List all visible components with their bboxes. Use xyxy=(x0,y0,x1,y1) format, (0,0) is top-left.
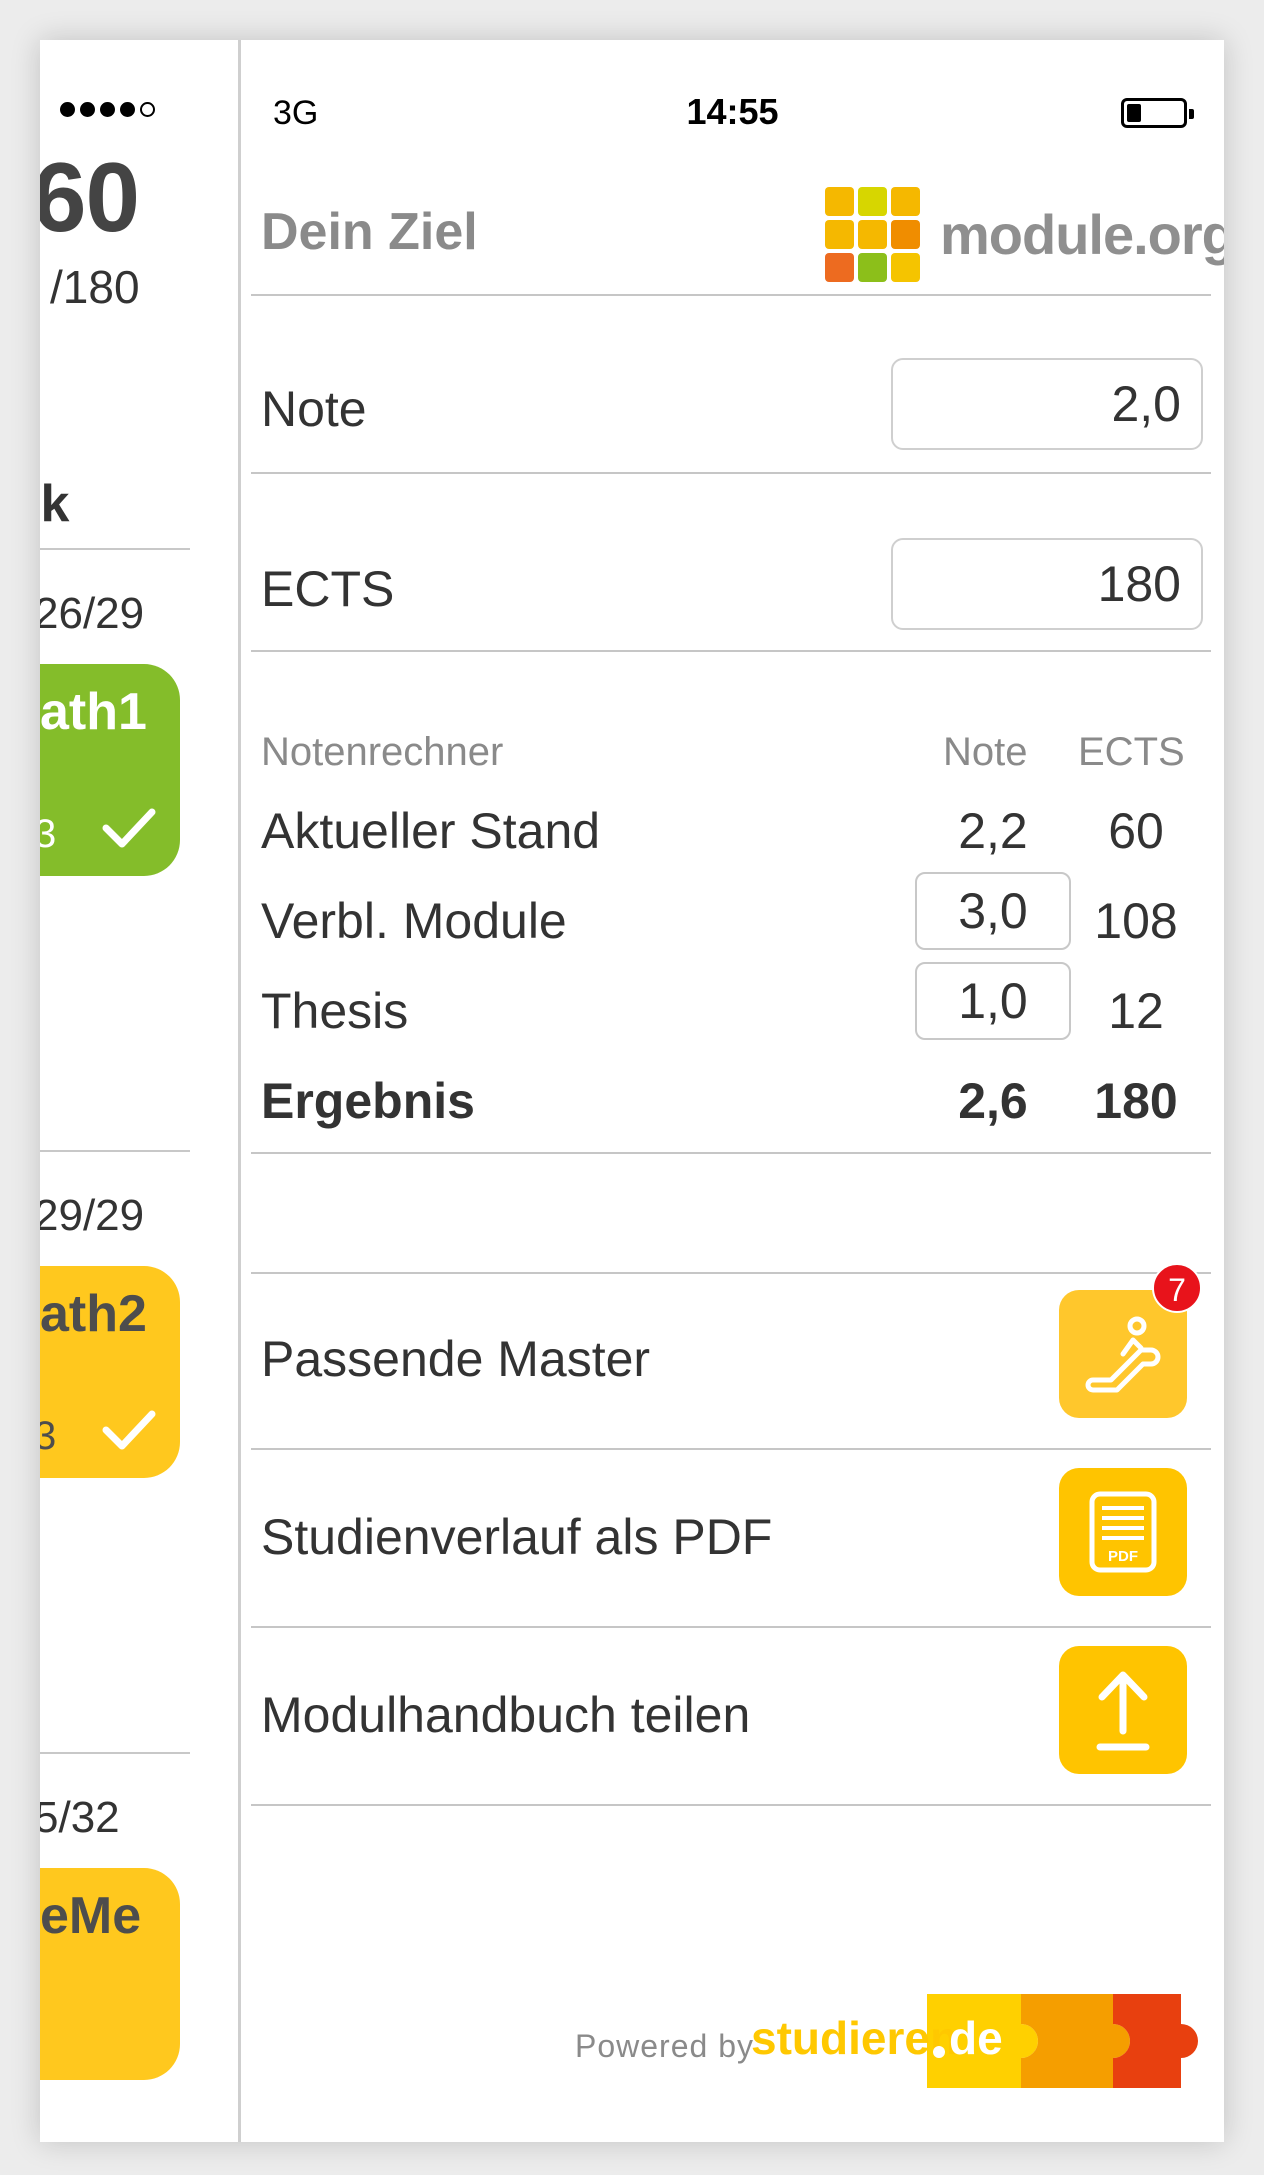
logo-text: module.org xyxy=(940,202,1224,266)
page-title: Dein Ziel xyxy=(261,203,478,261)
share-handbook-button[interactable] xyxy=(1059,1646,1187,1774)
divider xyxy=(251,1272,1211,1274)
module-card-label: eMe xyxy=(40,1887,142,1945)
pdf-icon-text: PDF xyxy=(1108,1548,1138,1565)
powered-by-label: Powered by xyxy=(575,2028,754,2064)
module-card-1[interactable]: ath1 3 xyxy=(40,664,180,876)
module-card-2[interactable]: ath2 3 xyxy=(40,1266,180,1478)
left-overview-panel[interactable]: 60 /180 ik 26/29 ath1 3 29/29 ath2 3 5/3… xyxy=(40,40,238,2142)
divider xyxy=(40,548,190,550)
semester-1-count: 26/29 xyxy=(40,589,145,638)
calculator-col-ects: ECTS xyxy=(1078,730,1185,774)
calc-result-note: 2,6 xyxy=(958,1073,1028,1129)
pdf-export-label[interactable]: Studienverlauf als PDF xyxy=(261,1512,772,1562)
module-card-label: ath1 xyxy=(40,683,147,741)
calc-row-thesis-label: Thesis xyxy=(261,983,409,1039)
studieren-de-logo[interactable]: studieren de xyxy=(751,1994,1207,2088)
studieren-brand-text: studieren xyxy=(751,2012,958,2064)
total-ects-value: 60 xyxy=(40,142,140,252)
divider xyxy=(251,1448,1211,1450)
checkmark-icon xyxy=(102,808,156,848)
study-program-title: ik xyxy=(40,475,70,533)
semester-2-count: 29/29 xyxy=(40,1191,145,1240)
divider xyxy=(251,1804,1211,1806)
divider xyxy=(251,1152,1211,1154)
module-card-label: ath2 xyxy=(40,1285,147,1343)
status-time: 14:55 xyxy=(686,91,779,132)
target-note-input[interactable] xyxy=(893,360,1201,448)
checkmark-icon xyxy=(102,1410,156,1450)
notification-badge: 7 xyxy=(1152,1263,1202,1313)
target-note-label: Note xyxy=(261,381,367,437)
divider xyxy=(251,650,1211,652)
calc-row-current-ects: 60 xyxy=(1108,803,1164,859)
calc-result-ects: 180 xyxy=(1094,1073,1178,1129)
calc-row-remaining-ects: 108 xyxy=(1094,893,1178,949)
divider xyxy=(40,1150,190,1152)
logo-grid-icon xyxy=(825,187,920,282)
goal-panel: 3G 14:55 Dein Ziel module.org Note ECTS … xyxy=(241,40,1224,2142)
share-handbook-label[interactable]: Modulhandbuch teilen xyxy=(261,1690,750,1740)
thesis-note-input[interactable] xyxy=(917,964,1069,1038)
pdf-document-icon: PDF xyxy=(1089,1491,1157,1573)
target-ects-label: ECTS xyxy=(261,561,395,617)
remaining-modules-note-input[interactable] xyxy=(917,874,1069,948)
divider xyxy=(40,1752,190,1754)
module-card-credits: 3 xyxy=(40,812,57,856)
thesis-note-box xyxy=(915,962,1071,1040)
divider xyxy=(251,294,1211,296)
module-card-3[interactable]: eMe xyxy=(40,1868,180,2080)
matching-master-label[interactable]: Passende Master xyxy=(261,1334,650,1384)
module-card-credits: 3 xyxy=(40,1414,57,1458)
target-note-field-box xyxy=(891,358,1203,450)
total-ects-max: /180 xyxy=(50,261,140,313)
escalator-icon xyxy=(1085,1316,1161,1393)
calculator-title: Notenrechner xyxy=(261,730,504,774)
module-org-logo: module.org xyxy=(825,187,1224,282)
semester-3-count: 5/32 xyxy=(40,1793,120,1842)
calc-row-current-label: Aktueller Stand xyxy=(261,803,601,859)
share-upload-icon xyxy=(1096,1671,1150,1751)
divider xyxy=(251,1626,1211,1628)
calc-row-thesis-ects: 12 xyxy=(1108,983,1164,1039)
calc-row-current-note: 2,2 xyxy=(958,803,1028,859)
calculator-col-note: Note xyxy=(943,730,1028,774)
divider xyxy=(251,472,1211,474)
signal-strength-icon xyxy=(60,102,155,117)
target-ects-input[interactable] xyxy=(893,540,1201,628)
calc-row-remaining-label: Verbl. Module xyxy=(261,893,567,949)
target-ects-field-box xyxy=(891,538,1203,630)
phone-screen: 60 /180 ik 26/29 ath1 3 29/29 ath2 3 5/3… xyxy=(40,40,1224,2142)
battery-icon xyxy=(1121,98,1194,128)
calc-result-label: Ergebnis xyxy=(261,1073,475,1129)
remaining-modules-note-box xyxy=(915,872,1071,950)
pdf-export-button[interactable]: PDF xyxy=(1059,1468,1187,1596)
studieren-tld-text: de xyxy=(949,2012,1003,2064)
